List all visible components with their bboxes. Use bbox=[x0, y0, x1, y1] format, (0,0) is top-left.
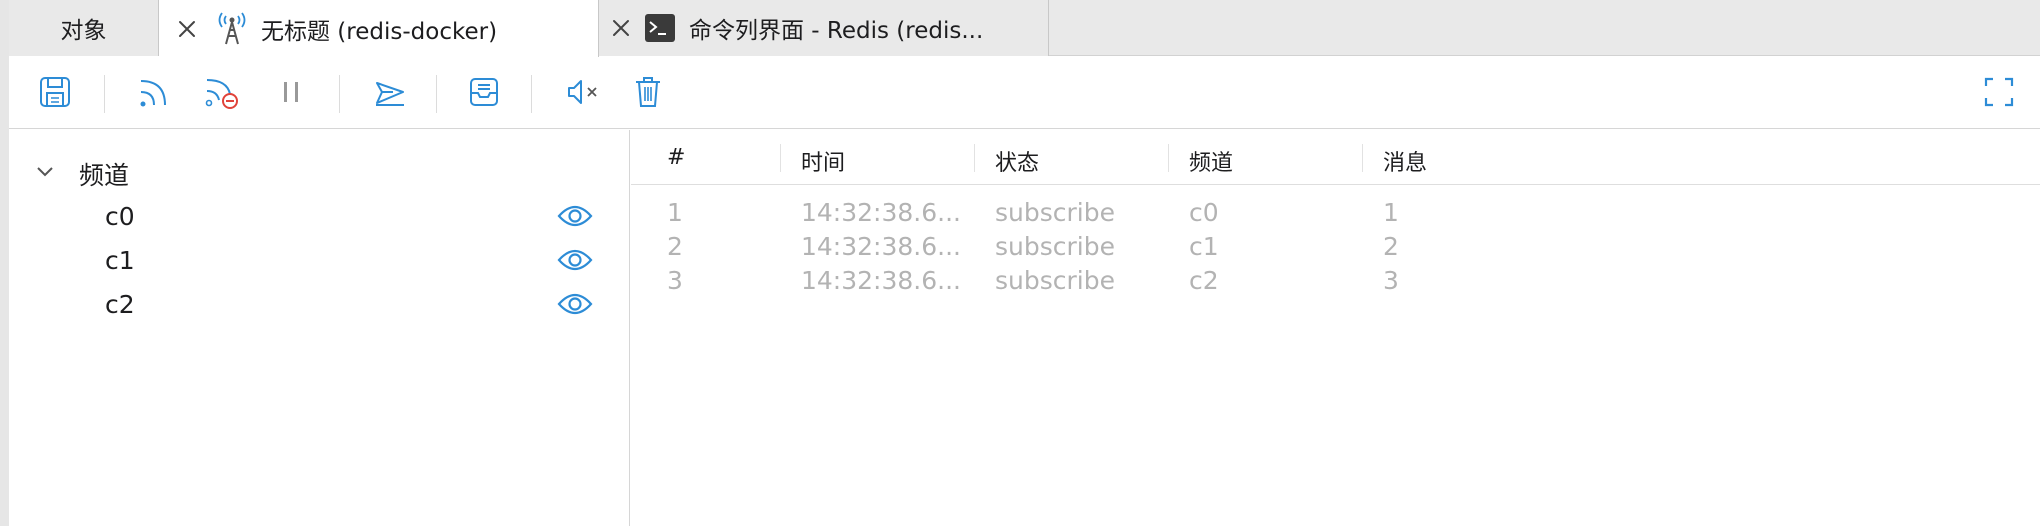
save-button[interactable] bbox=[36, 75, 74, 113]
table-cell: 2 bbox=[667, 232, 683, 261]
eye-icon[interactable] bbox=[557, 246, 593, 274]
archive-button[interactable] bbox=[465, 75, 503, 113]
table-cell: 14:32:38.6... bbox=[801, 198, 961, 227]
antenna-tower-icon bbox=[215, 11, 249, 46]
close-icon[interactable] bbox=[159, 1, 215, 57]
tab-cli-label: 命令列界面 - Redis (redis... bbox=[689, 18, 984, 44]
channel-sidebar: 频道 c0 c1 c2 bbox=[9, 130, 630, 526]
table-row[interactable]: 3 14:32:38.6... subscribe c2 3 bbox=[631, 264, 2040, 298]
tab-objects-label: 对象 bbox=[60, 18, 107, 44]
unsubscribe-icon bbox=[203, 74, 241, 114]
pause-icon bbox=[276, 77, 306, 111]
pause-button[interactable] bbox=[272, 75, 310, 113]
channel-item-label: c0 bbox=[105, 202, 135, 231]
terminal-icon bbox=[643, 11, 677, 45]
tab-subscription-label: 无标题 (redis-docker) bbox=[261, 18, 498, 45]
fullscreen-button[interactable] bbox=[1980, 75, 2018, 113]
table-row[interactable]: 1 14:32:38.6... subscribe c0 1 bbox=[631, 196, 2040, 230]
table-row[interactable]: 2 14:32:38.6... subscribe c1 2 bbox=[631, 230, 2040, 264]
trash-icon bbox=[632, 75, 664, 113]
subscribe-icon bbox=[137, 75, 171, 113]
column-divider[interactable] bbox=[1168, 144, 1169, 172]
archive-icon bbox=[468, 76, 500, 112]
channel-group-label: 频道 bbox=[79, 161, 130, 190]
unsubscribe-button[interactable] bbox=[203, 75, 241, 113]
channel-item-label: c1 bbox=[105, 246, 135, 275]
tab-bar: 对象 无标题 (redis-docker) 命令列界面 - Redis (red… bbox=[9, 0, 2040, 57]
app-window: 对象 无标题 (redis-docker) 命令列界面 - Redis (red… bbox=[0, 0, 2040, 526]
toolbar-separator bbox=[531, 75, 532, 113]
toolbar bbox=[9, 57, 2040, 129]
column-header[interactable]: 频道 bbox=[1189, 145, 1233, 177]
table-cell: c2 bbox=[1189, 266, 1219, 295]
table-header: # 时间 状态 频道 消息 bbox=[631, 130, 2040, 185]
column-divider[interactable] bbox=[1362, 144, 1363, 172]
message-table: # 时间 状态 频道 消息 1 14:32:38.6... subscribe … bbox=[631, 130, 2040, 526]
tab-subscription[interactable]: 无标题 (redis-docker) bbox=[159, 0, 599, 57]
tab-cli[interactable]: 命令列界面 - Redis (redis... bbox=[599, 0, 1049, 56]
channel-item-label: c2 bbox=[105, 290, 135, 319]
table-cell: 14:32:38.6... bbox=[801, 266, 961, 295]
table-cell: 3 bbox=[667, 266, 683, 295]
tab-objects[interactable]: 对象 bbox=[9, 0, 159, 56]
column-header[interactable]: 消息 bbox=[1383, 145, 1427, 177]
table-cell: subscribe bbox=[995, 232, 1115, 261]
mute-button[interactable] bbox=[564, 75, 602, 113]
mute-icon bbox=[565, 76, 601, 112]
eye-icon[interactable] bbox=[557, 202, 593, 230]
table-cell: subscribe bbox=[995, 266, 1115, 295]
publish-button[interactable] bbox=[371, 75, 409, 113]
window-edge bbox=[0, 0, 9, 526]
table-cell: 2 bbox=[1383, 232, 1399, 261]
column-divider[interactable] bbox=[780, 144, 781, 172]
toolbar-separator bbox=[436, 75, 437, 113]
table-cell: c0 bbox=[1189, 198, 1219, 227]
table-cell: 14:32:38.6... bbox=[801, 232, 961, 261]
channel-item[interactable]: c2 bbox=[9, 284, 629, 324]
column-divider[interactable] bbox=[974, 144, 975, 172]
channel-item[interactable]: c0 bbox=[9, 196, 629, 236]
column-header[interactable]: 状态 bbox=[995, 145, 1039, 177]
toolbar-separator bbox=[104, 75, 105, 113]
save-icon bbox=[38, 75, 72, 113]
channel-item[interactable]: c1 bbox=[9, 240, 629, 280]
table-cell: 1 bbox=[1383, 198, 1399, 227]
delete-button[interactable] bbox=[629, 75, 667, 113]
table-cell: c1 bbox=[1189, 232, 1219, 261]
toolbar-separator bbox=[339, 75, 340, 113]
subscribe-button[interactable] bbox=[135, 75, 173, 113]
chevron-down-icon[interactable] bbox=[35, 162, 55, 182]
publish-icon bbox=[373, 75, 407, 113]
close-icon[interactable] bbox=[599, 0, 643, 56]
table-cell: subscribe bbox=[995, 198, 1115, 227]
table-cell: 3 bbox=[1383, 266, 1399, 295]
channel-group[interactable]: 频道 bbox=[9, 152, 629, 192]
column-header[interactable]: 时间 bbox=[801, 145, 845, 177]
column-header[interactable]: # bbox=[667, 145, 685, 170]
table-cell: 1 bbox=[667, 198, 683, 227]
fullscreen-icon bbox=[1983, 76, 2015, 112]
eye-icon[interactable] bbox=[557, 290, 593, 318]
